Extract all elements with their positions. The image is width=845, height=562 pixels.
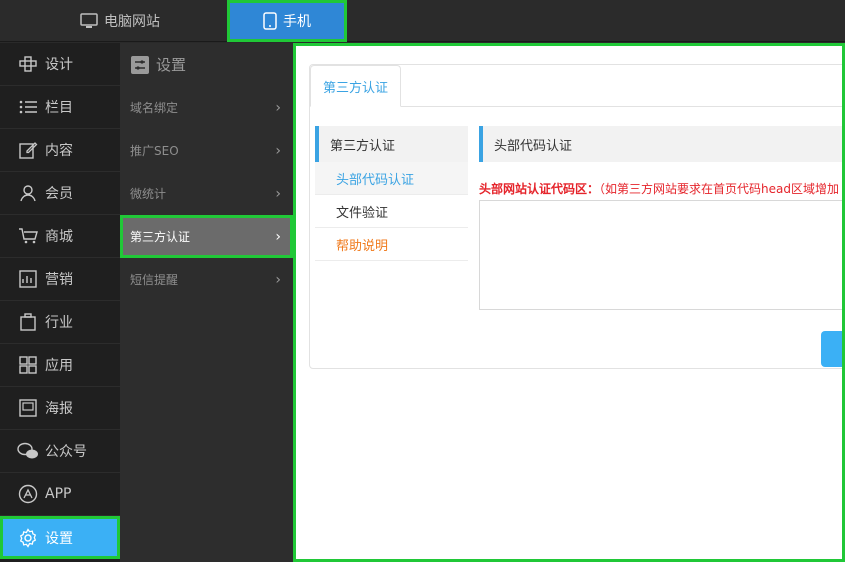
chevron-right-icon: ›: [275, 185, 281, 202]
user-icon: [17, 182, 39, 204]
app-store-icon: [17, 483, 39, 505]
grid-icon: [17, 354, 39, 376]
tab-mobile-label: 手机: [283, 14, 311, 30]
chart-icon: [17, 268, 39, 290]
edit-icon: [17, 139, 39, 161]
nav-item-shop[interactable]: 商城: [0, 215, 120, 258]
tab-third-party-auth[interactable]: 第三方认证: [310, 65, 402, 107]
cart-icon: [17, 225, 39, 247]
subnav-item-label: 推广SEO: [130, 144, 179, 158]
chevron-right-icon: ›: [275, 142, 281, 159]
nav-item-poster[interactable]: 海报: [0, 387, 120, 430]
subnav-item-label: 第三方认证: [130, 230, 191, 244]
nav-item-label: 公众号: [45, 444, 87, 460]
wechat-icon: [17, 440, 39, 462]
nav-item-label: 设计: [45, 57, 73, 73]
subnav-item-label: 域名绑定: [130, 101, 179, 115]
nav-item-settings[interactable]: 设置: [0, 516, 120, 559]
chevron-right-icon: ›: [275, 271, 281, 288]
content-title: 头部代码认证: [479, 126, 842, 162]
top-bar: 电脑网站 手机: [0, 0, 845, 42]
nav-item-label: 商城: [45, 229, 73, 245]
subnav-item-domain[interactable]: 域名绑定 ›: [120, 86, 293, 129]
head-code-textarea[interactable]: [479, 200, 842, 310]
subnav-title: 设置: [156, 56, 187, 74]
side-link-help[interactable]: 帮助说明: [315, 228, 468, 261]
subnav-item-third-party-auth[interactable]: 第三方认证 ›: [120, 215, 293, 258]
nav-item-label: 应用: [45, 358, 73, 374]
nav-item-wechat[interactable]: 公众号: [0, 430, 120, 473]
nav-item-label: 内容: [45, 143, 73, 159]
auth-side-menu: 第三方认证 头部代码认证 文件验证 帮助说明: [315, 126, 468, 261]
phone-icon: [263, 12, 277, 30]
nav-item-marketing[interactable]: 营销: [0, 258, 120, 301]
nav-item-label: 设置: [45, 530, 73, 547]
subnav-item-label: 微统计: [130, 187, 167, 201]
nav-item-member[interactable]: 会员: [0, 172, 120, 215]
subnav-item-label: 短信提醒: [130, 273, 179, 287]
side-menu-title: 第三方认证: [315, 126, 468, 162]
gear-icon: [17, 527, 39, 549]
nav-item-design[interactable]: 设计: [0, 43, 120, 86]
side-link-head-code[interactable]: 头部代码认证: [315, 162, 468, 195]
code-area-label: 头部网站认证代码区：（如第三方网站要求在首页代码head区域增加: [479, 180, 842, 197]
tab-bar: 第三方认证: [310, 65, 842, 107]
tab-pc-site[interactable]: 电脑网站: [60, 0, 180, 42]
list-icon: [17, 96, 39, 118]
save-button[interactable]: [821, 331, 842, 367]
poster-icon: [17, 397, 39, 419]
nav-item-label: 海报: [45, 401, 73, 417]
nav-item-label: 营销: [45, 272, 73, 288]
nav-item-industry[interactable]: 行业: [0, 301, 120, 344]
briefcase-icon: [17, 311, 39, 333]
nav-item-label: APP: [45, 486, 72, 502]
side-link-file-verify[interactable]: 文件验证: [315, 195, 468, 228]
nav-item-apps[interactable]: 应用: [0, 344, 120, 387]
app-root: 电脑网站 手机 设计 栏目 内容 会员 商城 营销 行业 应用 海报 公众号 A…: [0, 0, 845, 562]
sliders-icon: [130, 55, 150, 75]
subnav-header: 设置: [120, 43, 293, 86]
chevron-right-icon: ›: [275, 228, 281, 245]
design-icon: [17, 53, 39, 75]
code-area-hint: （如第三方网站要求在首页代码head区域增加: [599, 182, 839, 196]
subnav-item-seo[interactable]: 推广SEO ›: [120, 129, 293, 172]
nav-item-app[interactable]: APP: [0, 473, 120, 516]
nav-item-label: 会员: [45, 186, 73, 202]
nav-item-label: 栏目: [45, 100, 73, 116]
nav-item-label: 行业: [45, 315, 73, 331]
tab-pc-site-label: 电脑网站: [104, 14, 160, 30]
main-content: 第三方认证 第三方认证 头部代码认证 文件验证 帮助说明 头部代码认证 头部网站…: [293, 43, 845, 562]
code-area-label-bold: 头部网站认证代码区：: [479, 182, 600, 196]
tab-mobile[interactable]: 手机: [227, 0, 347, 42]
subnav-item-stats[interactable]: 微统计 ›: [120, 172, 293, 215]
nav-item-columns[interactable]: 栏目: [0, 86, 120, 129]
sub-nav: 设置 域名绑定 › 推广SEO › 微统计 › 第三方认证 › 短信提醒 ›: [120, 43, 293, 562]
nav-item-content[interactable]: 内容: [0, 129, 120, 172]
chevron-right-icon: ›: [275, 99, 281, 116]
auth-panel: 第三方认证 第三方认证 头部代码认证 文件验证 帮助说明 头部代码认证 头部网站…: [309, 64, 842, 369]
left-nav: 设计 栏目 内容 会员 商城 营销 行业 应用 海报 公众号 APP 设置: [0, 43, 120, 562]
auth-content: 头部代码认证 头部网站认证代码区：（如第三方网站要求在首页代码head区域增加: [479, 126, 842, 314]
monitor-icon: [80, 13, 98, 29]
subnav-item-sms[interactable]: 短信提醒 ›: [120, 258, 293, 301]
